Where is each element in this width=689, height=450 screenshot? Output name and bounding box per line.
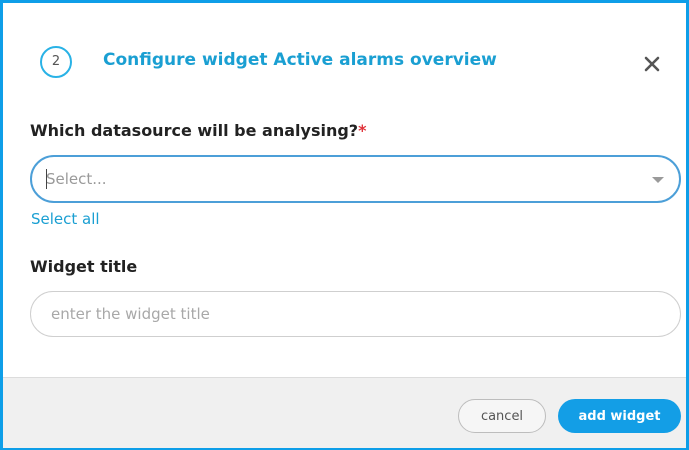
dialog-footer: cancel add widget: [3, 377, 686, 448]
close-icon: [644, 56, 660, 72]
close-button[interactable]: [637, 49, 667, 79]
dialog-title: Configure widget Active alarms overview: [103, 50, 497, 70]
step-number-badge: 2: [40, 46, 72, 78]
widget-title-label: Widget title: [30, 257, 138, 276]
widget-title-input[interactable]: [30, 291, 681, 337]
cancel-button[interactable]: cancel: [458, 399, 546, 433]
datasource-select-placeholder: Select...: [46, 170, 107, 188]
select-all-link[interactable]: Select all: [31, 210, 100, 228]
datasource-label: Which datasource will be analysing?*: [30, 121, 366, 140]
datasource-select[interactable]: Select...: [30, 155, 681, 203]
chevron-down-icon[interactable]: [652, 177, 664, 183]
configure-widget-dialog: 2 Configure widget Active alarms overvie…: [0, 0, 689, 450]
required-marker: *: [358, 121, 367, 140]
dialog-header: 2 Configure widget Active alarms overvie…: [3, 3, 686, 93]
add-widget-button[interactable]: add widget: [558, 399, 681, 433]
datasource-label-text: Which datasource will be analysing?: [30, 121, 359, 140]
